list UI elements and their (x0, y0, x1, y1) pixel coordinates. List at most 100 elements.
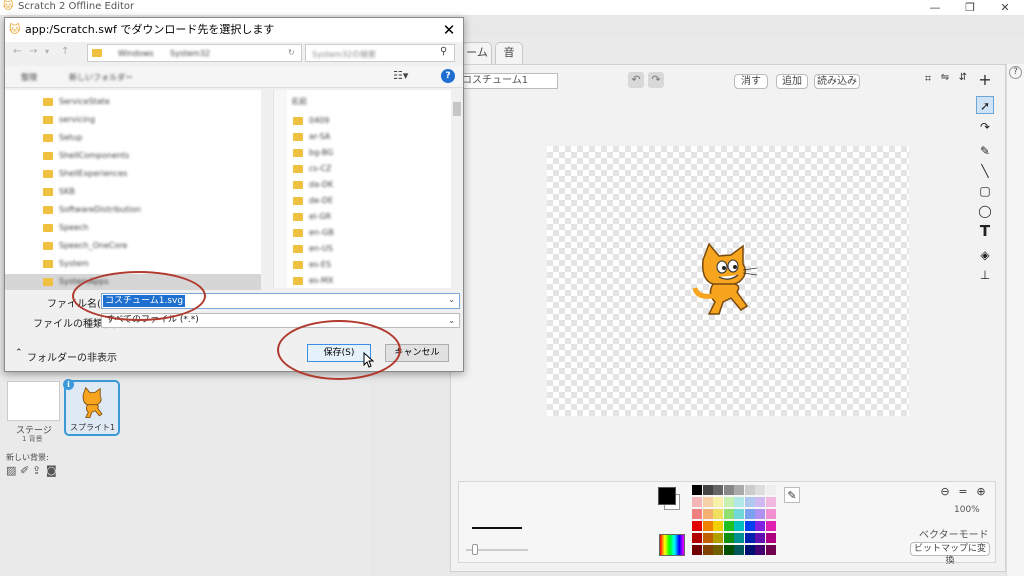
color-swatch[interactable] (744, 533, 755, 543)
tab-sounds[interactable]: 音 (495, 42, 523, 64)
color-swatch[interactable] (734, 521, 744, 531)
color-swatch[interactable] (744, 521, 755, 531)
file-scroll-thumb[interactable] (453, 102, 461, 116)
color-swatch[interactable] (765, 509, 776, 519)
backdrop-library-icon[interactable]: ▨ (6, 464, 16, 477)
up-folder-icon[interactable]: ↑ (61, 46, 69, 57)
folder-tree-item[interactable]: Setup (5, 130, 261, 146)
folder-scrollbar[interactable] (261, 90, 273, 288)
color-swatch[interactable] (713, 533, 723, 543)
paint-backdrop-icon[interactable]: ✐ (20, 464, 29, 477)
clear-button[interactable]: 消す (734, 74, 768, 89)
convert-to-bitmap-button[interactable]: ビットマップに変換 (910, 542, 990, 566)
color-swatch[interactable] (734, 533, 744, 543)
chevron-up-icon[interactable]: ⌃ (15, 348, 23, 358)
zoom-out-icon[interactable]: ⊖ (938, 485, 952, 499)
add-button[interactable]: 追加 (776, 74, 808, 89)
color-swatch[interactable] (692, 509, 702, 519)
file-list-item[interactable]: bg-BG (287, 146, 447, 160)
file-list-item[interactable]: es-ES (287, 258, 447, 272)
folder-tree[interactable]: ServiceState servicing Setup ShellComponent… (5, 90, 273, 290)
color-swatch[interactable] (713, 545, 723, 555)
zoom-in-icon[interactable]: ⊕ (974, 485, 988, 499)
file-list-item[interactable]: el-GR (287, 210, 447, 224)
sprite-info-icon[interactable]: i (63, 379, 74, 390)
folder-tree-item[interactable]: ShellExperiences (5, 166, 261, 182)
color-swatch[interactable] (734, 545, 744, 555)
file-list-item[interactable]: 0409 (287, 114, 447, 128)
folder-tree-item[interactable]: SoftwareDistribution (5, 202, 261, 218)
color-swatch[interactable] (702, 509, 713, 519)
dialog-close-button[interactable]: ✕ (439, 20, 459, 40)
pencil-tool-icon[interactable]: ✎ (976, 142, 994, 160)
recent-dropdown-icon[interactable]: ▾ (45, 47, 49, 56)
color-swatch[interactable] (723, 497, 734, 507)
organize-menu[interactable]: 整理 (21, 72, 37, 83)
file-scrollbar[interactable] (451, 90, 463, 288)
minimize-button[interactable]: — (920, 0, 950, 16)
undo-icon[interactable]: ↶ (628, 72, 644, 88)
folder-tree-item[interactable]: servicing (5, 112, 261, 128)
color-swatch[interactable] (744, 545, 755, 555)
filetype-dropdown-icon[interactable]: ⌄ (448, 314, 455, 327)
ellipse-tool-icon[interactable]: ◯ (976, 202, 994, 220)
color-swatch[interactable] (744, 485, 755, 495)
search-input[interactable]: System32の検索 ⚲ (305, 44, 455, 62)
line-tool-icon[interactable]: ╲ (976, 162, 994, 180)
flip-vertical-icon[interactable]: ⇵ (955, 72, 971, 88)
color-swatch[interactable] (713, 497, 723, 507)
crop-icon[interactable]: ⌗ (920, 72, 936, 88)
color-swatch[interactable] (765, 533, 776, 543)
file-list-item[interactable]: es-MX (287, 274, 447, 288)
fill-tool-icon[interactable]: ◈ (976, 246, 994, 264)
file-list-item[interactable]: ar-SA (287, 130, 447, 144)
color-swatch[interactable] (702, 521, 713, 531)
file-list-item[interactable]: en-GB (287, 226, 447, 240)
color-swatch[interactable] (734, 485, 744, 495)
color-swatch[interactable] (723, 509, 734, 519)
color-swatch[interactable] (723, 545, 734, 555)
color-swatch[interactable] (702, 497, 713, 507)
color-swatch[interactable] (713, 509, 723, 519)
color-swatch[interactable] (755, 521, 765, 531)
color-swatch[interactable] (734, 497, 744, 507)
folder-tree-item[interactable]: Speech_OneCore (5, 238, 261, 254)
eyedropper-icon[interactable]: ✎ (784, 487, 800, 503)
color-swatch[interactable] (692, 533, 702, 543)
color-swatch[interactable] (702, 485, 713, 495)
color-swatch[interactable] (765, 485, 776, 495)
help-icon[interactable]: ? (1009, 66, 1022, 79)
folder-tree-item[interactable]: ShellComponents (5, 148, 261, 164)
hide-folders-toggle[interactable]: フォルダーの非表示 (27, 349, 117, 364)
color-swatch[interactable] (755, 509, 765, 519)
color-swatch[interactable] (755, 497, 765, 507)
file-list-item[interactable]: en-US (287, 242, 447, 256)
folder-tree-item[interactable]: System (5, 256, 261, 272)
file-list-item[interactable]: da-DK (287, 178, 447, 192)
right-scrollbar[interactable]: ? (1006, 64, 1024, 576)
set-center-icon[interactable]: + (976, 72, 994, 90)
file-list-item[interactable]: de-DE (287, 194, 447, 208)
tab-costumes[interactable]: ーム (462, 42, 492, 64)
select-tool-icon[interactable]: ➚ (976, 96, 994, 114)
zoom-reset-icon[interactable]: = (956, 485, 970, 499)
maximize-button[interactable]: ❐ (955, 0, 985, 16)
slider-handle[interactable] (472, 544, 478, 555)
folder-tree-item[interactable]: Speech (5, 220, 261, 236)
primary-color[interactable] (658, 487, 676, 505)
new-folder-button[interactable]: 新しいフォルダー (69, 72, 133, 83)
back-icon[interactable]: ← (13, 46, 21, 57)
stamp-tool-icon[interactable]: ⊥ (976, 266, 994, 284)
color-picker-gradient[interactable] (659, 534, 685, 556)
color-swatch[interactable] (755, 485, 765, 495)
address-bar[interactable]: Windows System32 ↻ (87, 44, 302, 62)
color-swatch[interactable] (702, 533, 713, 543)
color-swatch[interactable] (744, 509, 755, 519)
color-swatch[interactable] (692, 521, 702, 531)
color-swatch[interactable] (765, 497, 776, 507)
color-swatch[interactable] (692, 545, 702, 555)
color-swatch[interactable] (723, 485, 734, 495)
color-swatch[interactable] (755, 545, 765, 555)
color-swatch[interactable] (713, 521, 723, 531)
stage-thumbnail[interactable] (7, 381, 60, 421)
